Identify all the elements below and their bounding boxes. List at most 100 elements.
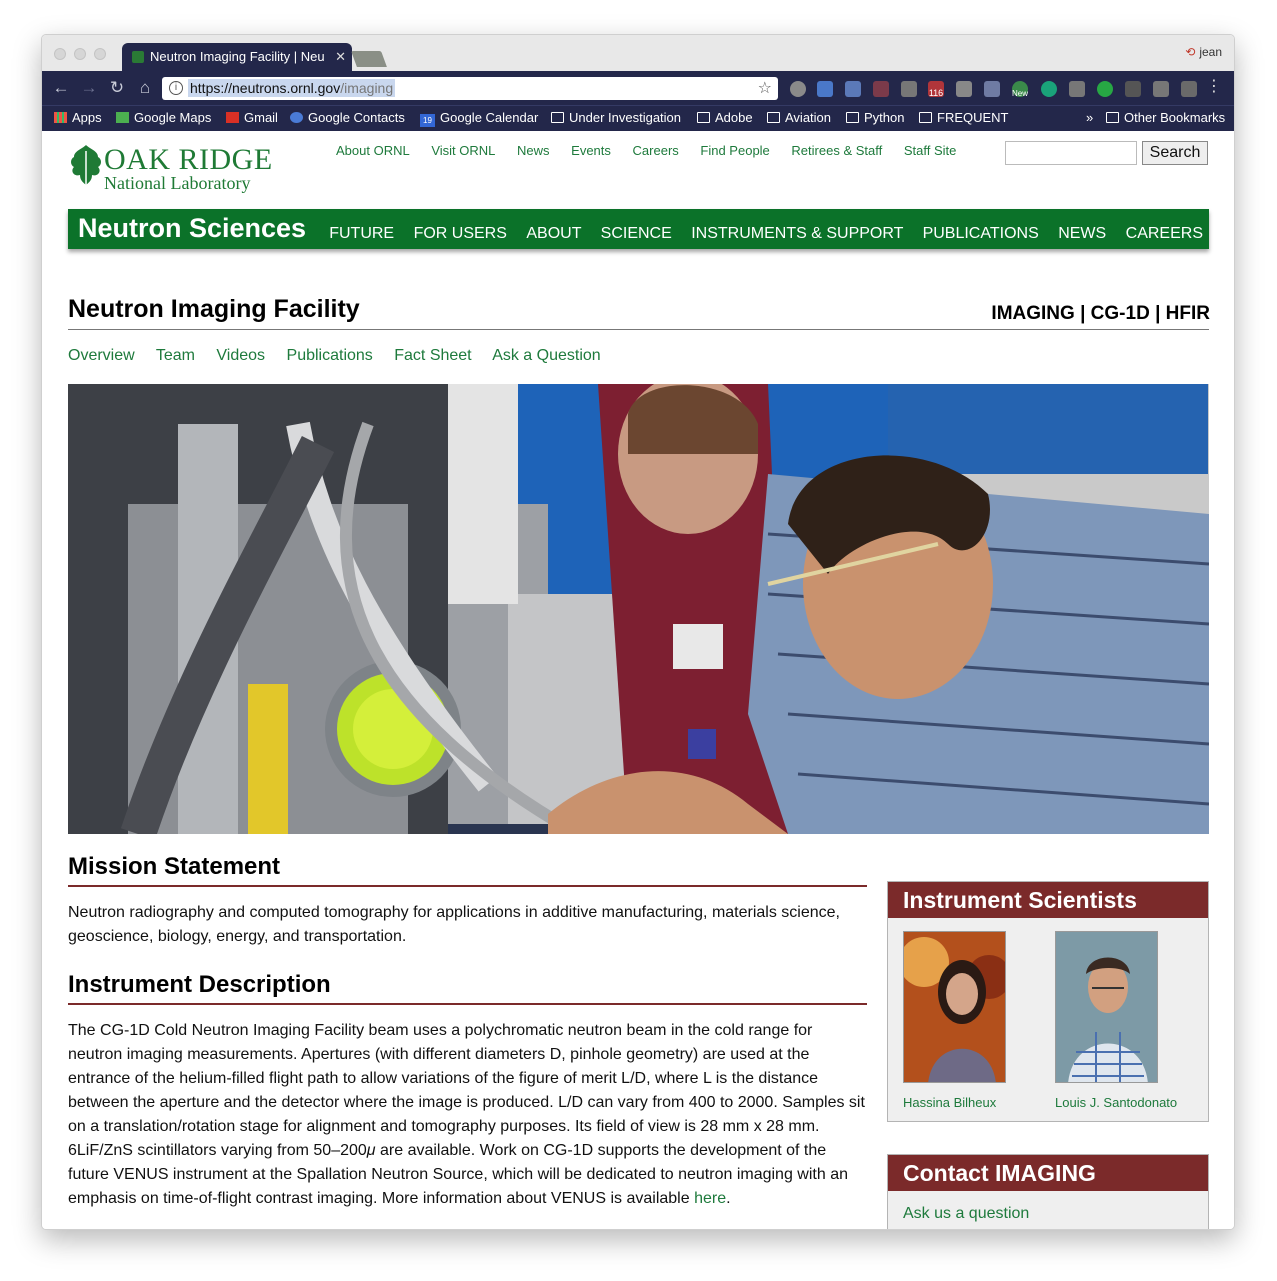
avatar[interactable] <box>1055 931 1158 1083</box>
url-host: https://neutrons.ornl.gov <box>190 80 341 96</box>
bookmark-frequent[interactable]: FREQUENT <box>919 110 1009 125</box>
gmail-icon <box>226 112 239 123</box>
reload-icon[interactable]: ↻ <box>106 77 128 99</box>
link-careers[interactable]: Careers <box>633 143 679 158</box>
bookmark-star-icon[interactable]: ☆ <box>758 77 772 100</box>
section-brand[interactable]: Neutron Sciences <box>78 213 306 244</box>
bookmark-adobe[interactable]: Adobe <box>697 110 753 125</box>
home-icon[interactable]: ⌂ <box>134 77 156 99</box>
apps-grid-icon <box>54 112 67 123</box>
scientists-heading: Instrument Scientists <box>888 882 1208 918</box>
grammarly-extension-icon[interactable] <box>1097 81 1113 97</box>
link-retirees-staff[interactable]: Retirees & Staff <box>791 143 882 158</box>
b-extension-icon[interactable] <box>1069 81 1085 97</box>
nav-news[interactable]: NEWS <box>1058 225 1106 242</box>
window-zoom-button[interactable] <box>94 48 106 60</box>
nav-science[interactable]: SCIENCE <box>601 225 672 242</box>
calendar-day: 19 <box>423 116 432 125</box>
description-text: The CG-1D Cold Neutron Imaging Facility … <box>68 1019 867 1211</box>
link-visit-ornl[interactable]: Visit ORNL <box>431 143 495 158</box>
dropbox-extension-icon[interactable] <box>984 81 1000 97</box>
arrow-extension-icon[interactable] <box>817 81 833 97</box>
venus-here-link[interactable]: here <box>694 1190 726 1207</box>
page-extension-icon[interactable] <box>1153 81 1169 97</box>
bookmark-gmail[interactable]: Gmail <box>226 110 278 125</box>
bookmark-aviation[interactable]: Aviation <box>767 110 831 125</box>
w-extension-icon[interactable] <box>1181 81 1197 97</box>
avatar[interactable] <box>903 931 1006 1083</box>
mission-divider <box>68 885 867 887</box>
nav-publications[interactable]: PUBLICATIONS <box>923 225 1039 242</box>
browser-tab-active[interactable]: Neutron Imaging Facility | Neu ✕ <box>122 43 352 71</box>
back-icon[interactable]: ← <box>50 77 72 99</box>
link-news[interactable]: News <box>517 143 550 158</box>
tab-overview[interactable]: Overview <box>68 347 135 364</box>
new-extension-icon[interactable]: New <box>1012 81 1028 98</box>
nav-about[interactable]: ABOUT <box>526 225 581 242</box>
description-part-1: The CG-1D Cold Neutron Imaging Facility … <box>68 1022 865 1159</box>
tab-close-icon[interactable]: ✕ <box>335 43 346 71</box>
note-extension-icon[interactable] <box>956 81 972 97</box>
bookmark-apps[interactable]: Apps <box>54 110 102 125</box>
link-about-ornl[interactable]: About ORNL <box>336 143 410 158</box>
bookmark-label: Gmail <box>244 110 278 125</box>
scientist-card-santodonato[interactable]: Louis J. Santodonato <box>1055 931 1177 1110</box>
tab-publications[interactable]: Publications <box>287 347 373 364</box>
nav-instruments-support[interactable]: INSTRUMENTS & SUPPORT <box>691 225 903 242</box>
tab-ask-a-question[interactable]: Ask a Question <box>492 347 601 364</box>
folder-icon <box>697 112 710 123</box>
gear-extension-icon[interactable] <box>790 81 806 97</box>
forward-icon[interactable]: → <box>78 77 100 99</box>
page-title: Neutron Imaging Facility <box>68 295 360 323</box>
m-extension-icon[interactable] <box>1041 81 1057 97</box>
bookmark-google-contacts[interactable]: Google Contacts <box>290 110 405 125</box>
bookmark-label: Apps <box>72 110 102 125</box>
nav-careers[interactable]: CAREERS <box>1126 225 1203 242</box>
window-close-button[interactable] <box>54 48 66 60</box>
browser-titlebar: Neutron Imaging Facility | Neu ✕ ⟲ jean <box>42 35 1234 71</box>
nav-for-users[interactable]: FOR USERS <box>414 225 507 242</box>
camera-extension-icon[interactable] <box>901 81 917 97</box>
nav-future[interactable]: FUTURE <box>329 225 394 242</box>
ch-extension-icon[interactable] <box>1125 81 1141 97</box>
new-tab-button[interactable] <box>351 51 387 67</box>
bookmark-under-investigation[interactable]: Under Investigation <box>551 110 681 125</box>
bookmark-python[interactable]: Python <box>846 110 904 125</box>
link-find-people[interactable]: Find People <box>700 143 769 158</box>
tab-videos[interactable]: Videos <box>216 347 265 364</box>
maps-icon <box>116 112 129 123</box>
menu-kebab-icon[interactable]: ⋮ <box>1206 76 1222 96</box>
scientist-name[interactable]: Louis J. Santodonato <box>1055 1095 1177 1110</box>
scientist-name[interactable]: Hassina Bilheux <box>903 1095 1006 1110</box>
scientist-card-bilheux[interactable]: Hassina Bilheux <box>903 931 1006 1110</box>
address-bar[interactable]: i https://neutrons.ornl.gov/imaging ☆ <box>162 77 778 100</box>
mail-extension-icon[interactable]: 116 <box>928 81 944 98</box>
url-path: /imaging <box>340 80 394 96</box>
block-extension-icon[interactable] <box>873 81 889 97</box>
bookmark-label: Aviation <box>785 110 832 125</box>
bookmark-google-maps[interactable]: Google Maps <box>116 110 211 125</box>
search-button[interactable]: Search <box>1142 141 1208 165</box>
translate-extension-icon[interactable] <box>845 81 861 97</box>
info-icon[interactable]: i <box>169 81 183 95</box>
calendar-icon: 19 <box>420 114 435 127</box>
profile-button[interactable]: ⟲ jean <box>1185 45 1222 59</box>
bookmark-label: Google Maps <box>134 110 212 125</box>
instrument-tagline: IMAGING | CG-1D | HFIR <box>991 303 1210 324</box>
page-sub-nav: Overview Team Videos Publications Fact S… <box>68 347 618 365</box>
link-events[interactable]: Events <box>571 143 611 158</box>
bookmark-other-bookmarks[interactable]: Other Bookmarks <box>1106 110 1225 125</box>
tab-fact-sheet[interactable]: Fact Sheet <box>394 347 471 364</box>
site-search-input[interactable] <box>1005 141 1137 165</box>
ask-us-a-question-link[interactable]: Ask us a question <box>903 1205 1029 1223</box>
link-staff-site[interactable]: Staff Site <box>904 143 957 158</box>
tab-team[interactable]: Team <box>156 347 195 364</box>
bookmarks-overflow-chevron-icon[interactable]: » <box>1086 110 1093 125</box>
mail-badge: 116 <box>928 88 944 98</box>
window-minimize-button[interactable] <box>74 48 86 60</box>
mission-text: Neutron radiography and computed tomogra… <box>68 904 840 945</box>
bookmark-label: Google Calendar <box>440 110 539 125</box>
bookmark-google-calendar[interactable]: 19 Google Calendar <box>420 110 538 127</box>
folder-icon <box>1106 112 1119 123</box>
bookmark-label: Adobe <box>715 110 753 125</box>
